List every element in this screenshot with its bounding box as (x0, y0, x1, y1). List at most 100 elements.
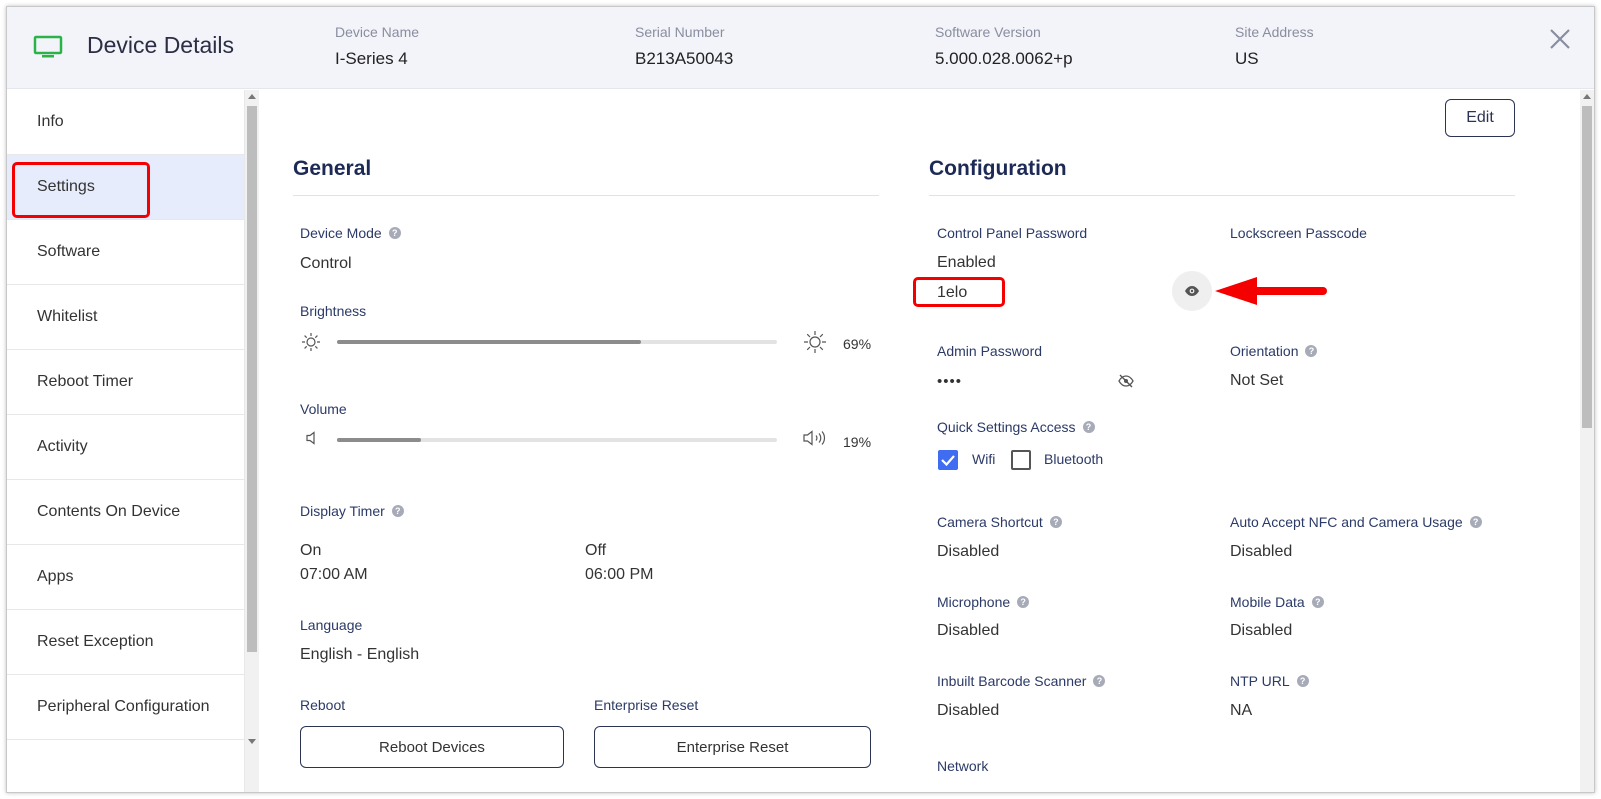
volume-slider[interactable] (337, 438, 777, 442)
help-icon[interactable]: ? (1049, 516, 1062, 528)
mobile-data-label: Mobile Data ? (1230, 594, 1324, 610)
wifi-checkbox-label[interactable]: Wifi (972, 451, 995, 467)
display-timer-label: Display Timer ? (300, 503, 404, 519)
brightness-slider[interactable] (337, 340, 777, 344)
help-icon[interactable]: ? (388, 227, 401, 239)
camera-shortcut-label: Camera Shortcut ? (937, 514, 1062, 530)
auto-accept-nfc-label-text: Auto Accept NFC and Camera Usage (1230, 514, 1463, 530)
control-panel-password-label: Control Panel Password (937, 225, 1088, 241)
main-scroll-thumb[interactable] (1582, 106, 1592, 428)
site-address-field: Site Address US (1235, 24, 1314, 69)
barcode-scanner-value: Disabled (937, 702, 1000, 719)
sidebar-item-peripheral-configuration[interactable]: Peripheral Configuration (7, 675, 244, 740)
auto-accept-nfc-value: Disabled (1230, 543, 1293, 560)
main-scroll-up-arrow-icon[interactable] (1583, 94, 1591, 99)
software-version-value: 5.000.028.0062+p (935, 49, 1073, 68)
orientation-label: Orientation ? (1230, 343, 1318, 359)
sidebar-nav: Info Settings Software Whitelist Reboot … (7, 90, 245, 792)
software-version-field: Software Version 5.000.028.0062+p (935, 24, 1073, 69)
ntp-url-label-text: NTP URL (1230, 673, 1290, 689)
device-mode-value: Control (300, 255, 352, 272)
sidebar-item-reset-exception[interactable]: Reset Exception (7, 610, 244, 675)
orientation-value: Not Set (1230, 372, 1284, 389)
monitor-icon (33, 35, 63, 58)
edit-button[interactable]: Edit (1445, 99, 1515, 137)
orientation-label-text: Orientation (1230, 343, 1299, 359)
sidebar-item-software[interactable]: Software (7, 220, 244, 285)
auto-accept-nfc-label: Auto Accept NFC and Camera Usage ? (1230, 514, 1482, 530)
quick-settings-access-label: Quick Settings Access ? (937, 419, 1095, 435)
bluetooth-checkbox[interactable] (1011, 450, 1031, 470)
configuration-divider (929, 195, 1515, 196)
help-icon[interactable]: ? (1469, 516, 1482, 528)
display-timer-on-label: On (300, 542, 322, 559)
sidebar-scroll-thumb[interactable] (247, 106, 257, 652)
close-icon[interactable] (1548, 27, 1572, 51)
sidebar-item-whitelist[interactable]: Whitelist (7, 285, 244, 350)
brightness-low-icon (302, 333, 320, 351)
control-panel-password-value: 1elo (937, 284, 968, 301)
device-name-label: Device Name (335, 24, 420, 40)
help-icon[interactable]: ? (391, 505, 404, 517)
sidebar-item-info[interactable]: Info (7, 90, 244, 155)
help-icon[interactable]: ? (1017, 596, 1030, 608)
hide-password-eye-icon[interactable] (1118, 374, 1134, 388)
serial-number-label: Serial Number (635, 24, 725, 40)
reboot-devices-button[interactable]: Reboot Devices (300, 726, 564, 768)
enterprise-reset-button[interactable]: Enterprise Reset (594, 726, 871, 768)
lockscreen-passcode-label: Lockscreen Passcode (1230, 225, 1367, 241)
help-icon[interactable]: ? (1296, 675, 1309, 687)
barcode-scanner-label-text: Inbuilt Barcode Scanner (937, 673, 1087, 689)
scroll-down-arrow-icon[interactable] (248, 739, 256, 744)
sidebar-item-apps[interactable]: Apps (7, 545, 244, 610)
volume-slider-fill (337, 438, 421, 442)
admin-password-value: •••• (937, 373, 963, 390)
reboot-label: Reboot (300, 697, 346, 713)
display-timer-off-label: Off (585, 542, 607, 559)
sidebar-item-activity[interactable]: Activity (7, 415, 244, 480)
eye-icon (1185, 286, 1199, 296)
volume-percent: 19% (843, 434, 872, 450)
network-label: Network (937, 758, 989, 774)
brightness-label: Brightness (300, 303, 367, 319)
barcode-scanner-label: Inbuilt Barcode Scanner ? (937, 673, 1106, 689)
check-icon (941, 455, 955, 467)
volume-low-icon (306, 431, 315, 445)
show-password-eye-icon[interactable] (1172, 271, 1212, 311)
configuration-section-title: Configuration (929, 157, 1067, 180)
general-section-title: General (293, 157, 372, 180)
main-scrollbar[interactable] (1580, 90, 1594, 792)
dialog-title: Device Details (87, 32, 234, 58)
help-icon[interactable]: ? (1311, 596, 1324, 608)
sidebar-item-reboot-timer[interactable]: Reboot Timer (7, 350, 244, 415)
device-mode-label-text: Device Mode (300, 225, 382, 241)
camera-shortcut-value: Disabled (937, 543, 1000, 560)
help-icon[interactable]: ? (1093, 675, 1106, 687)
device-details-dialog: Device Details Device Name I-Series 4 Se… (6, 6, 1595, 793)
serial-number-value: B213A50043 (635, 49, 734, 68)
brightness-slider-fill (337, 340, 641, 344)
brightness-high-icon (804, 331, 826, 353)
wifi-checkbox[interactable] (938, 450, 958, 470)
sidebar-item-settings[interactable]: Settings (7, 155, 244, 220)
help-icon[interactable]: ? (1082, 421, 1095, 433)
microphone-label: Microphone ? (937, 594, 1030, 610)
volume-high-icon (803, 430, 826, 446)
language-value: English - English (300, 646, 420, 663)
general-divider (293, 195, 879, 196)
ntp-url-label: NTP URL ? (1230, 673, 1309, 689)
mobile-data-label-text: Mobile Data (1230, 594, 1305, 610)
site-address-label: Site Address (1235, 24, 1314, 40)
camera-shortcut-label-text: Camera Shortcut (937, 514, 1043, 530)
ntp-url-value: NA (1230, 702, 1253, 719)
bluetooth-checkbox-label[interactable]: Bluetooth (1044, 451, 1103, 467)
help-icon[interactable]: ? (1305, 345, 1318, 357)
annotation-arrow-icon (1215, 277, 1327, 305)
brightness-percent: 69% (843, 336, 872, 352)
sidebar-item-contents-on-device[interactable]: Contents On Device (7, 480, 244, 545)
microphone-label-text: Microphone (937, 594, 1011, 610)
device-mode-label: Device Mode ? (300, 225, 401, 241)
scroll-up-arrow-icon[interactable] (248, 94, 256, 99)
sidebar-scrollbar[interactable] (245, 90, 259, 792)
serial-number-field: Serial Number B213A50043 (635, 24, 733, 69)
